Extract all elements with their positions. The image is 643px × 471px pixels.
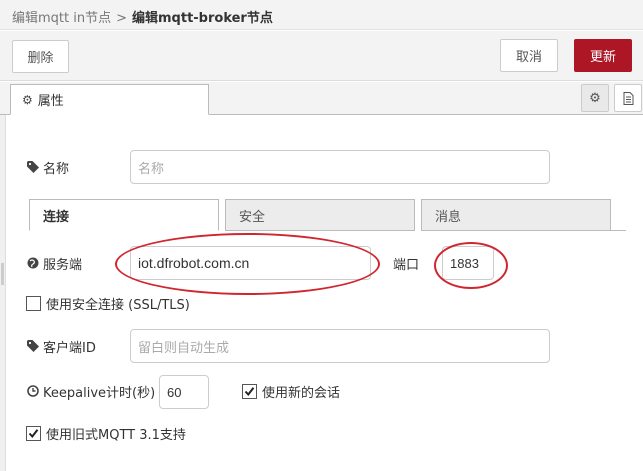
keepalive-label-text: Keepalive计时(秒)	[43, 385, 156, 401]
tab-properties-label: 属性	[37, 94, 64, 109]
subtab-connection[interactable]: 连接	[29, 199, 219, 231]
update-button[interactable]: 更新	[574, 39, 632, 72]
legacy-mqtt-label: 使用旧式MQTT 3.1支持	[46, 427, 186, 443]
breadcrumb-previous[interactable]: 编辑mqtt in节点	[12, 11, 111, 26]
subtab-messages[interactable]: 消息	[421, 199, 611, 231]
client-id-label-text: 客户端ID	[43, 340, 96, 356]
keepalive-label: Keepalive计时(秒)	[26, 382, 156, 401]
clock-icon	[26, 385, 39, 398]
clean-session-label: 使用新的会话	[262, 385, 341, 401]
annotation-ellipse-port	[434, 242, 508, 289]
server-label-text: 服务端	[43, 257, 83, 273]
name-placeholder: 名称	[138, 160, 165, 176]
tls-label: 使用安全连接 (SSL/TLS)	[46, 297, 190, 313]
annotation-ellipse-server	[115, 233, 380, 295]
gear-icon: ⚙	[589, 90, 601, 106]
settings-tab-button[interactable]: ⚙	[581, 84, 609, 112]
breadcrumb: 编辑mqtt in节点 > 编辑mqtt-broker节点	[12, 7, 273, 26]
client-id-label: 客户端ID	[26, 337, 96, 356]
subtab-connection-label: 连接	[43, 209, 70, 225]
client-id-input[interactable]: 留白则自动生成	[130, 329, 550, 363]
subtab-security-label: 安全	[239, 209, 266, 225]
cancel-button[interactable]: 取消	[500, 39, 558, 72]
clean-session-checkbox[interactable]	[242, 383, 257, 399]
subtab-messages-label: 消息	[435, 209, 462, 225]
sidebar-splitter[interactable]	[0, 115, 6, 471]
legacy-mqtt-row: 使用旧式MQTT 3.1支持	[26, 424, 186, 443]
tab-properties[interactable]: ⚙ 属性	[10, 84, 209, 115]
gear-icon: ⚙	[22, 92, 33, 107]
client-id-placeholder: 留白则自动生成	[138, 339, 230, 355]
clean-session-row: 使用新的会话	[242, 382, 341, 401]
legacy-mqtt-checkbox[interactable]	[26, 425, 41, 441]
port-label-text: 端口	[393, 257, 420, 273]
name-input[interactable]: 名称	[130, 150, 550, 184]
keepalive-value: 60	[167, 384, 182, 400]
tag-icon	[26, 340, 39, 353]
tls-row: 使用安全连接 (SSL/TLS)	[26, 294, 190, 313]
port-label: 端口	[393, 254, 420, 273]
splitter-grip[interactable]	[1, 263, 4, 285]
check-icon	[244, 386, 255, 396]
breadcrumb-separator: >	[116, 11, 127, 26]
breadcrumb-current: 编辑mqtt-broker节点	[132, 11, 273, 26]
description-icon	[623, 91, 633, 105]
tls-checkbox[interactable]	[26, 295, 41, 311]
name-label-text: 名称	[43, 161, 70, 177]
globe-icon	[26, 257, 39, 270]
subtab-baseline	[611, 230, 626, 231]
tag-icon	[26, 161, 39, 174]
server-label: 服务端	[26, 254, 83, 273]
check-icon	[28, 428, 39, 438]
name-label: 名称	[26, 158, 70, 177]
keepalive-input[interactable]: 60	[159, 375, 209, 409]
subtab-security[interactable]: 安全	[225, 199, 415, 231]
description-tab-button[interactable]	[614, 84, 642, 112]
delete-button[interactable]: 删除	[12, 40, 69, 73]
